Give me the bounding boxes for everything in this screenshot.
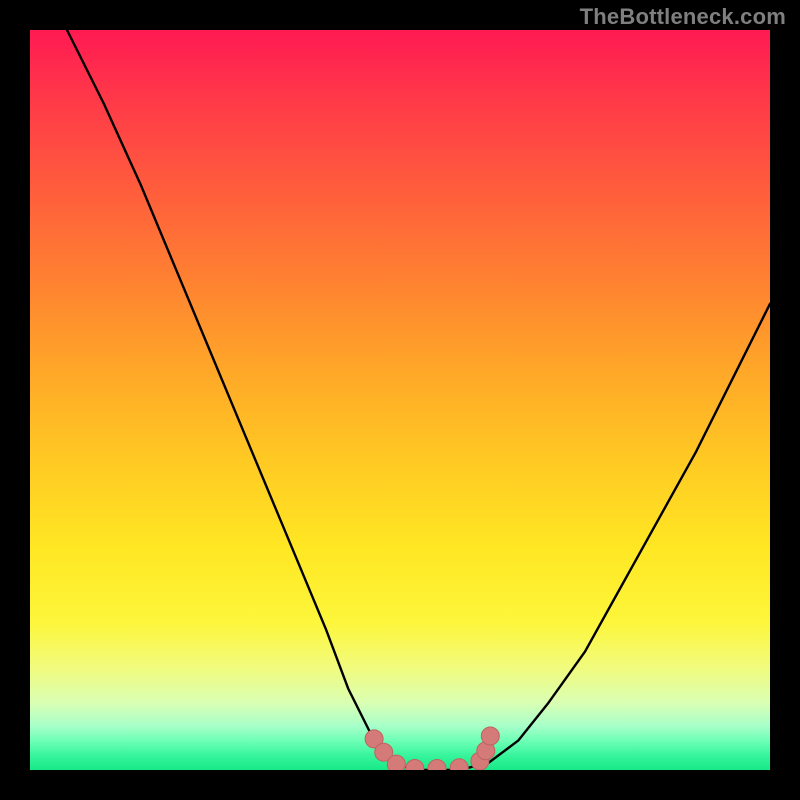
curve-marker [481, 727, 499, 745]
chart-stage: TheBottleneck.com [0, 0, 800, 800]
curve-layer [30, 30, 770, 770]
highlighted-markers [365, 727, 499, 770]
watermark-text: TheBottleneck.com [580, 4, 786, 30]
curve-marker [450, 759, 468, 770]
curve-marker [387, 755, 405, 770]
curve-marker [406, 760, 424, 771]
curve-marker [428, 760, 446, 771]
plot-area [30, 30, 770, 770]
bottleneck-curve [67, 30, 770, 770]
